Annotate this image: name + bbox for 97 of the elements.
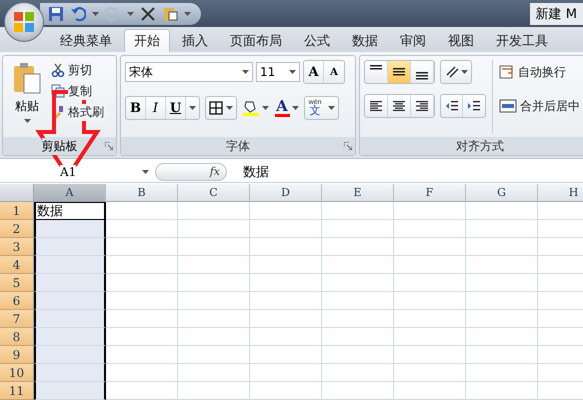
row-header[interactable]: 4	[0, 256, 34, 274]
table-cell[interactable]: 数据	[34, 202, 106, 220]
group-label: 剪贴板	[42, 138, 78, 154]
ribbon-tab[interactable]: 开发工具	[486, 29, 558, 52]
table-cell[interactable]	[34, 364, 106, 382]
table-cell[interactable]	[34, 292, 106, 310]
borders-icon	[209, 101, 223, 115]
bottom-align-icon	[416, 72, 428, 80]
ribbon-tab[interactable]: 公式	[294, 29, 340, 52]
fill-color-icon[interactable]	[242, 99, 260, 117]
ribbon-tab[interactable]: 页面布局	[220, 29, 292, 52]
insert-function-button[interactable]: fx	[155, 162, 227, 180]
dropdown-caret-icon[interactable]	[142, 170, 149, 174]
name-box[interactable]: A1	[0, 162, 155, 182]
clipboard-icon[interactable]	[162, 6, 178, 22]
column-header[interactable]: C	[178, 184, 250, 202]
merge-center-button[interactable]: 合并后居中	[499, 96, 583, 116]
ribbon-tab[interactable]: 审阅	[390, 29, 436, 52]
dialog-launcher-icon[interactable]	[344, 142, 352, 150]
table-cell[interactable]	[34, 238, 106, 256]
table-cell[interactable]	[34, 256, 106, 274]
row-header[interactable]: 9	[0, 346, 34, 364]
dropdown-caret-icon[interactable]	[184, 12, 191, 16]
wrap-text-icon	[499, 65, 515, 79]
row-header[interactable]: 6	[0, 292, 34, 310]
align-right-icon	[415, 100, 429, 112]
table-cell[interactable]	[34, 382, 106, 400]
row-header[interactable]: 7	[0, 310, 34, 328]
table-cell[interactable]	[34, 310, 106, 328]
row-header[interactable]: 1	[0, 202, 34, 220]
ribbon-tab[interactable]: 数据	[342, 29, 388, 52]
dropdown-caret-icon[interactable]	[289, 70, 296, 74]
logo	[12, 10, 36, 34]
row-header[interactable]: 5	[0, 274, 34, 292]
row-header[interactable]: 2	[0, 220, 34, 238]
save-icon[interactable]	[48, 6, 64, 22]
formula-input[interactable]: 数据	[243, 162, 269, 180]
column-header[interactable]: D	[250, 184, 322, 202]
dropdown-caret-icon[interactable]	[226, 106, 233, 110]
row-header[interactable]: 11	[0, 382, 34, 400]
bold-button[interactable]: B	[126, 97, 146, 119]
dropdown-caret-icon[interactable]	[242, 70, 249, 74]
row-header[interactable]: 10	[0, 364, 34, 382]
scissors-icon	[51, 63, 65, 77]
dropdown-caret-icon[interactable]	[292, 106, 299, 110]
redo-icon[interactable]	[105, 6, 121, 22]
select-all-corner[interactable]	[0, 184, 34, 202]
ribbon-tab[interactable]: 插入	[172, 29, 218, 52]
table-cell[interactable]	[34, 274, 106, 292]
indent-icon	[467, 100, 481, 112]
underline-button[interactable]: U	[166, 97, 186, 119]
grow-font-button[interactable]: A	[304, 61, 324, 83]
italic-button[interactable]: I	[146, 97, 166, 119]
group-label: 字体	[226, 138, 250, 154]
clipboard-command[interactable]: 复制	[51, 81, 104, 101]
column-header[interactable]: A	[34, 184, 106, 202]
column-header[interactable]: G	[466, 184, 538, 202]
table-cell[interactable]	[34, 346, 106, 364]
top-align-icon	[370, 65, 382, 70]
dropdown-caret-icon[interactable]	[262, 106, 269, 110]
column-header[interactable]: F	[394, 184, 466, 202]
clipboard-command[interactable]: 剪切	[51, 60, 104, 80]
row-header[interactable]: 8	[0, 328, 34, 346]
font-size-field[interactable]: 11	[256, 62, 300, 82]
table-cell[interactable]	[34, 220, 106, 238]
window-title: 新建 M	[530, 2, 583, 24]
table-cell[interactable]	[34, 328, 106, 346]
align-center-icon	[392, 100, 406, 112]
dropdown-caret-icon[interactable]	[460, 70, 468, 74]
row-header[interactable]: 3	[0, 238, 34, 256]
group-label: 对齐方式	[456, 138, 504, 154]
dropdown-caret-icon[interactable]	[92, 12, 99, 16]
paste-button[interactable]: 粘贴	[7, 60, 47, 133]
indent-icon	[444, 100, 458, 112]
ribbon-tab[interactable]: 视图	[438, 29, 484, 52]
font-name-field[interactable]: 宋体	[125, 62, 253, 82]
dropdown-caret-icon[interactable]	[189, 106, 196, 110]
ribbon-tab[interactable]: 开始	[124, 29, 170, 52]
font-color-button[interactable]: A	[274, 99, 290, 117]
copy-icon	[51, 84, 65, 98]
slanted-text-icon	[444, 65, 458, 79]
wrap-text-button[interactable]: 自动换行	[499, 62, 583, 82]
column-header[interactable]: B	[106, 184, 178, 202]
dropdown-caret-icon[interactable]	[328, 106, 335, 110]
dropdown-caret-icon[interactable]	[127, 12, 134, 16]
undo-icon[interactable]	[70, 6, 86, 22]
ribbon-tab[interactable]: 经典菜单	[50, 29, 122, 52]
middle-align-icon	[393, 68, 405, 76]
vertical-align-button[interactable]	[388, 61, 411, 83]
paste-icon	[13, 62, 41, 94]
dialog-launcher-icon[interactable]	[105, 142, 113, 150]
merge-cells-icon	[499, 99, 517, 113]
column-header[interactable]: H	[538, 184, 583, 202]
dropdown-caret-icon[interactable]	[24, 119, 30, 123]
column-header[interactable]: E	[322, 184, 394, 202]
align-left-icon	[369, 100, 383, 112]
shrink-font-button[interactable]: A	[324, 61, 344, 83]
